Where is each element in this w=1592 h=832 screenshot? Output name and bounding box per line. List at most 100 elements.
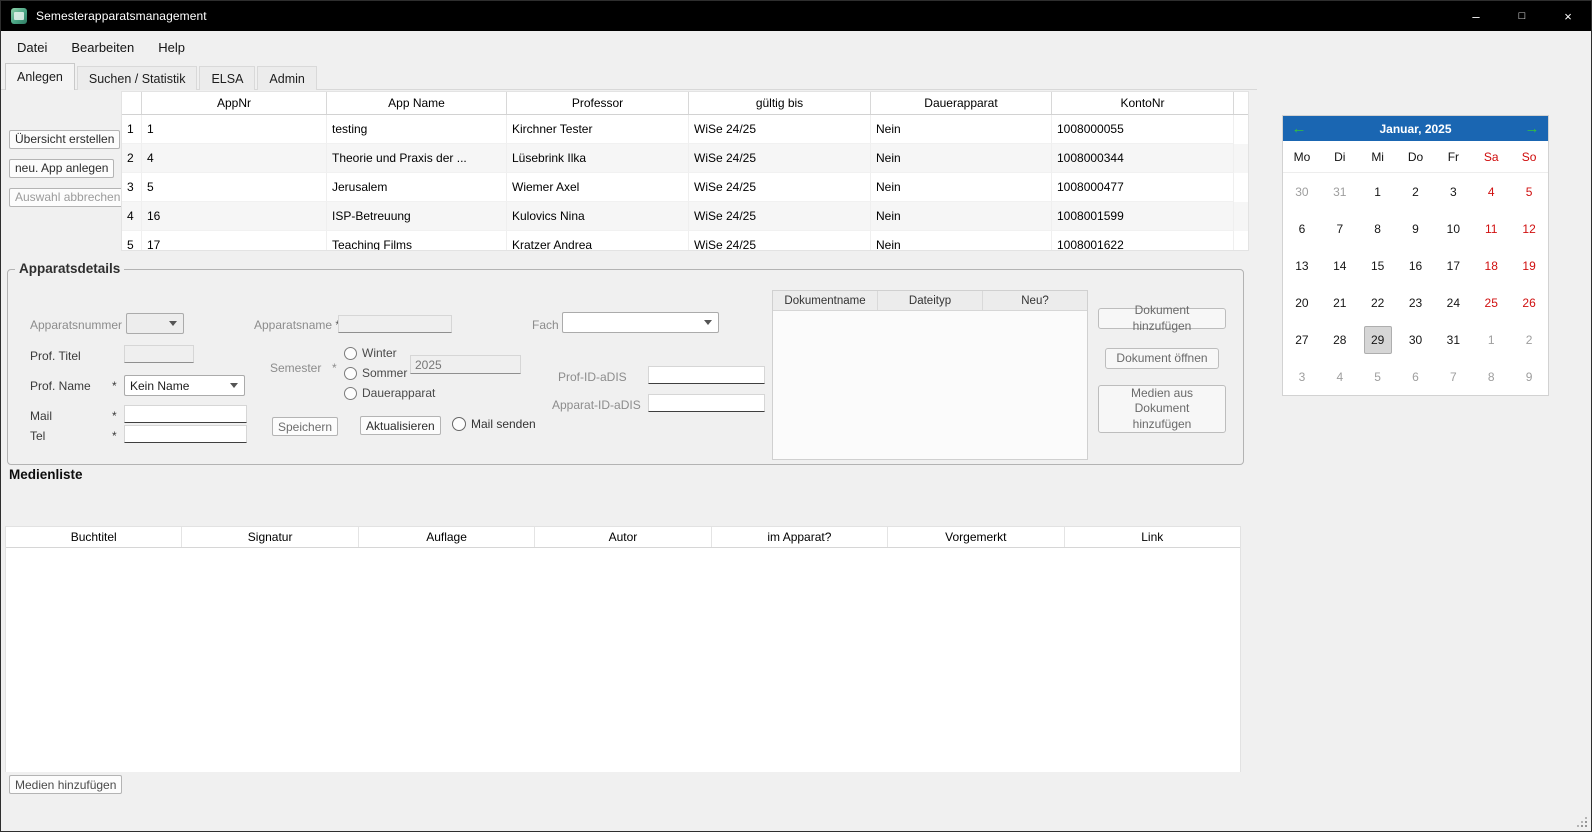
calendar-day[interactable]: 7 bbox=[1434, 358, 1472, 395]
speichern-button[interactable]: Speichern bbox=[272, 417, 338, 436]
menu-item-bearbeiten[interactable]: Bearbeiten bbox=[59, 34, 146, 61]
calendar-day[interactable]: 26 bbox=[1510, 284, 1548, 321]
calendar-day[interactable]: 31 bbox=[1434, 321, 1472, 358]
calendar-day[interactable]: 8 bbox=[1359, 210, 1397, 247]
table-row[interactable]: 517Teaching FilmsKratzer AndreaWiSe 24/2… bbox=[122, 231, 1248, 251]
calendar-day[interactable]: 16 bbox=[1397, 247, 1435, 284]
apparat-id-adis-input[interactable] bbox=[648, 394, 765, 412]
semester-year-input[interactable] bbox=[410, 355, 521, 374]
calendar-day[interactable]: 6 bbox=[1283, 210, 1321, 247]
calendar-day[interactable]: 2 bbox=[1397, 173, 1435, 210]
calendar-day[interactable]: 25 bbox=[1472, 284, 1510, 321]
calendar-day[interactable]: 30 bbox=[1397, 321, 1435, 358]
calendar-day[interactable]: 3 bbox=[1434, 173, 1472, 210]
cell-app-name: Teaching Films bbox=[327, 231, 507, 251]
menu-item-help[interactable]: Help bbox=[146, 34, 197, 61]
calendar-day[interactable]: 27 bbox=[1283, 321, 1321, 358]
calendar-day[interactable]: 28 bbox=[1321, 321, 1359, 358]
close-button[interactable]: × bbox=[1545, 1, 1591, 31]
table-row[interactable]: 11testingKirchner TesterWiSe 24/25Nein10… bbox=[122, 115, 1248, 144]
calendar-day[interactable]: 15 bbox=[1359, 247, 1397, 284]
dokument-oeffnen-button[interactable]: Dokument öffnen bbox=[1105, 348, 1219, 369]
tel-input[interactable] bbox=[124, 425, 247, 443]
maximize-button[interactable]: □ bbox=[1499, 1, 1545, 31]
cell-gueltig-bis: WiSe 24/25 bbox=[689, 115, 871, 144]
tab-suchen-statistik[interactable]: Suchen / Statistik bbox=[77, 66, 198, 90]
sidebar-buttons: Übersicht erstellenneu. App anlegenAuswa… bbox=[9, 130, 121, 217]
calendar-day[interactable]: 3 bbox=[1283, 358, 1321, 395]
calendar-day-number: 7 bbox=[1326, 215, 1354, 243]
fach-select[interactable] bbox=[562, 312, 719, 333]
calendar-day[interactable]: 7 bbox=[1321, 210, 1359, 247]
table-row[interactable]: 416ISP-BetreuungKulovics NinaWiSe 24/25N… bbox=[122, 202, 1248, 231]
table-row[interactable]: 35JerusalemWiemer AxelWiSe 24/25Nein1008… bbox=[122, 173, 1248, 202]
mail-required: * bbox=[112, 409, 117, 423]
minimize-button[interactable]: – bbox=[1453, 1, 1499, 31]
dauerapparat-radio[interactable]: Dauerapparat bbox=[344, 386, 435, 400]
row-number: 5 bbox=[122, 231, 142, 251]
calendar-day[interactable]: 6 bbox=[1397, 358, 1435, 395]
calendar-day[interactable]: 22 bbox=[1359, 284, 1397, 321]
winter-radio[interactable]: Winter bbox=[344, 346, 397, 360]
calendar-next-button[interactable]: → bbox=[1516, 120, 1548, 137]
calendar-day[interactable]: 21 bbox=[1321, 284, 1359, 321]
calendar-day[interactable]: 18 bbox=[1472, 247, 1510, 284]
menu-item-datei[interactable]: Datei bbox=[5, 34, 59, 61]
calendar-day[interactable]: 12 bbox=[1510, 210, 1548, 247]
calendar-day[interactable]: 1 bbox=[1359, 173, 1397, 210]
medien-hinzufuegen-button[interactable]: Medien hinzufügen bbox=[9, 775, 122, 794]
calendar-day[interactable]: 2 bbox=[1510, 321, 1548, 358]
sidebar-button-übersicht-erstellen[interactable]: Übersicht erstellen bbox=[9, 130, 120, 149]
calendar-day[interactable]: 17 bbox=[1434, 247, 1472, 284]
medien-aus-dokument-button[interactable]: Medien aus Dokument hinzufügen bbox=[1098, 385, 1226, 433]
tab-elsa[interactable]: ELSA bbox=[199, 66, 255, 90]
mail-input[interactable] bbox=[124, 405, 247, 423]
cell-dauerapparat: Nein bbox=[871, 202, 1052, 231]
calendar-day[interactable]: 31 bbox=[1321, 173, 1359, 210]
calendar-month-year[interactable]: Januar, 2025 bbox=[1315, 122, 1516, 136]
calendar-day[interactable]: 10 bbox=[1434, 210, 1472, 247]
table-row[interactable]: 24Theorie und Praxis der ...Lüsebrink Il… bbox=[122, 144, 1248, 173]
calendar-day[interactable]: 13 bbox=[1283, 247, 1321, 284]
aktualisieren-button[interactable]: Aktualisieren bbox=[360, 416, 441, 435]
cell-professor: Kulovics Nina bbox=[507, 202, 689, 231]
cell-app-name: Jerusalem bbox=[327, 173, 507, 202]
dokument-hinzufuegen-button[interactable]: Dokument hinzufügen bbox=[1098, 308, 1226, 329]
calendar-day[interactable]: 1 bbox=[1472, 321, 1510, 358]
calendar-day[interactable]: 4 bbox=[1472, 173, 1510, 210]
calendar-day[interactable]: 14 bbox=[1321, 247, 1359, 284]
apps-table: AppNrApp NameProfessorgültig bisDauerapp… bbox=[121, 91, 1249, 251]
doc-table-header: DokumentnameDateitypNeu? bbox=[773, 291, 1087, 311]
calendar-day[interactable]: 19 bbox=[1510, 247, 1548, 284]
cell-appnr: 4 bbox=[142, 144, 327, 173]
apparatsnummer-select[interactable] bbox=[126, 313, 184, 334]
calendar-day[interactable]: 5 bbox=[1359, 358, 1397, 395]
calendar-day[interactable]: 24 bbox=[1434, 284, 1472, 321]
tab-anlegen[interactable]: Anlegen bbox=[5, 63, 75, 90]
prof-id-adis-input[interactable] bbox=[648, 366, 765, 384]
calendar-day[interactable]: 9 bbox=[1397, 210, 1435, 247]
sidebar-button-neu-app-anlegen[interactable]: neu. App anlegen bbox=[9, 159, 114, 178]
calendar-day[interactable]: 30 bbox=[1283, 173, 1321, 210]
calendar-day-header-do: Do bbox=[1397, 150, 1435, 164]
calendar-prev-button[interactable]: ← bbox=[1283, 120, 1315, 137]
calendar-day[interactable]: 4 bbox=[1321, 358, 1359, 395]
calendar-day[interactable]: 20 bbox=[1283, 284, 1321, 321]
calendar-day[interactable]: 29 bbox=[1359, 321, 1397, 358]
cell-app-name: ISP-Betreuung bbox=[327, 202, 507, 231]
prof-name-select[interactable]: Kein Name bbox=[124, 375, 245, 396]
apparatsname-input[interactable] bbox=[338, 315, 452, 333]
calendar-day[interactable]: 11 bbox=[1472, 210, 1510, 247]
tab-admin[interactable]: Admin bbox=[257, 66, 316, 90]
calendar-day-number: 8 bbox=[1364, 215, 1392, 243]
calendar-day[interactable]: 9 bbox=[1510, 358, 1548, 395]
sommer-radio[interactable]: Sommer bbox=[344, 366, 407, 380]
prof-titel-input[interactable] bbox=[124, 345, 194, 363]
calendar-day[interactable]: 23 bbox=[1397, 284, 1435, 321]
calendar-day[interactable]: 5 bbox=[1510, 173, 1548, 210]
calendar-day-number: 4 bbox=[1326, 363, 1354, 391]
mail-senden-checkbox[interactable]: Mail senden bbox=[452, 417, 536, 431]
calendar-day[interactable]: 8 bbox=[1472, 358, 1510, 395]
resize-grip[interactable] bbox=[1576, 816, 1587, 827]
sidebar-button-auswahl-abbrechen[interactable]: Auswahl abbrechen bbox=[9, 188, 126, 207]
